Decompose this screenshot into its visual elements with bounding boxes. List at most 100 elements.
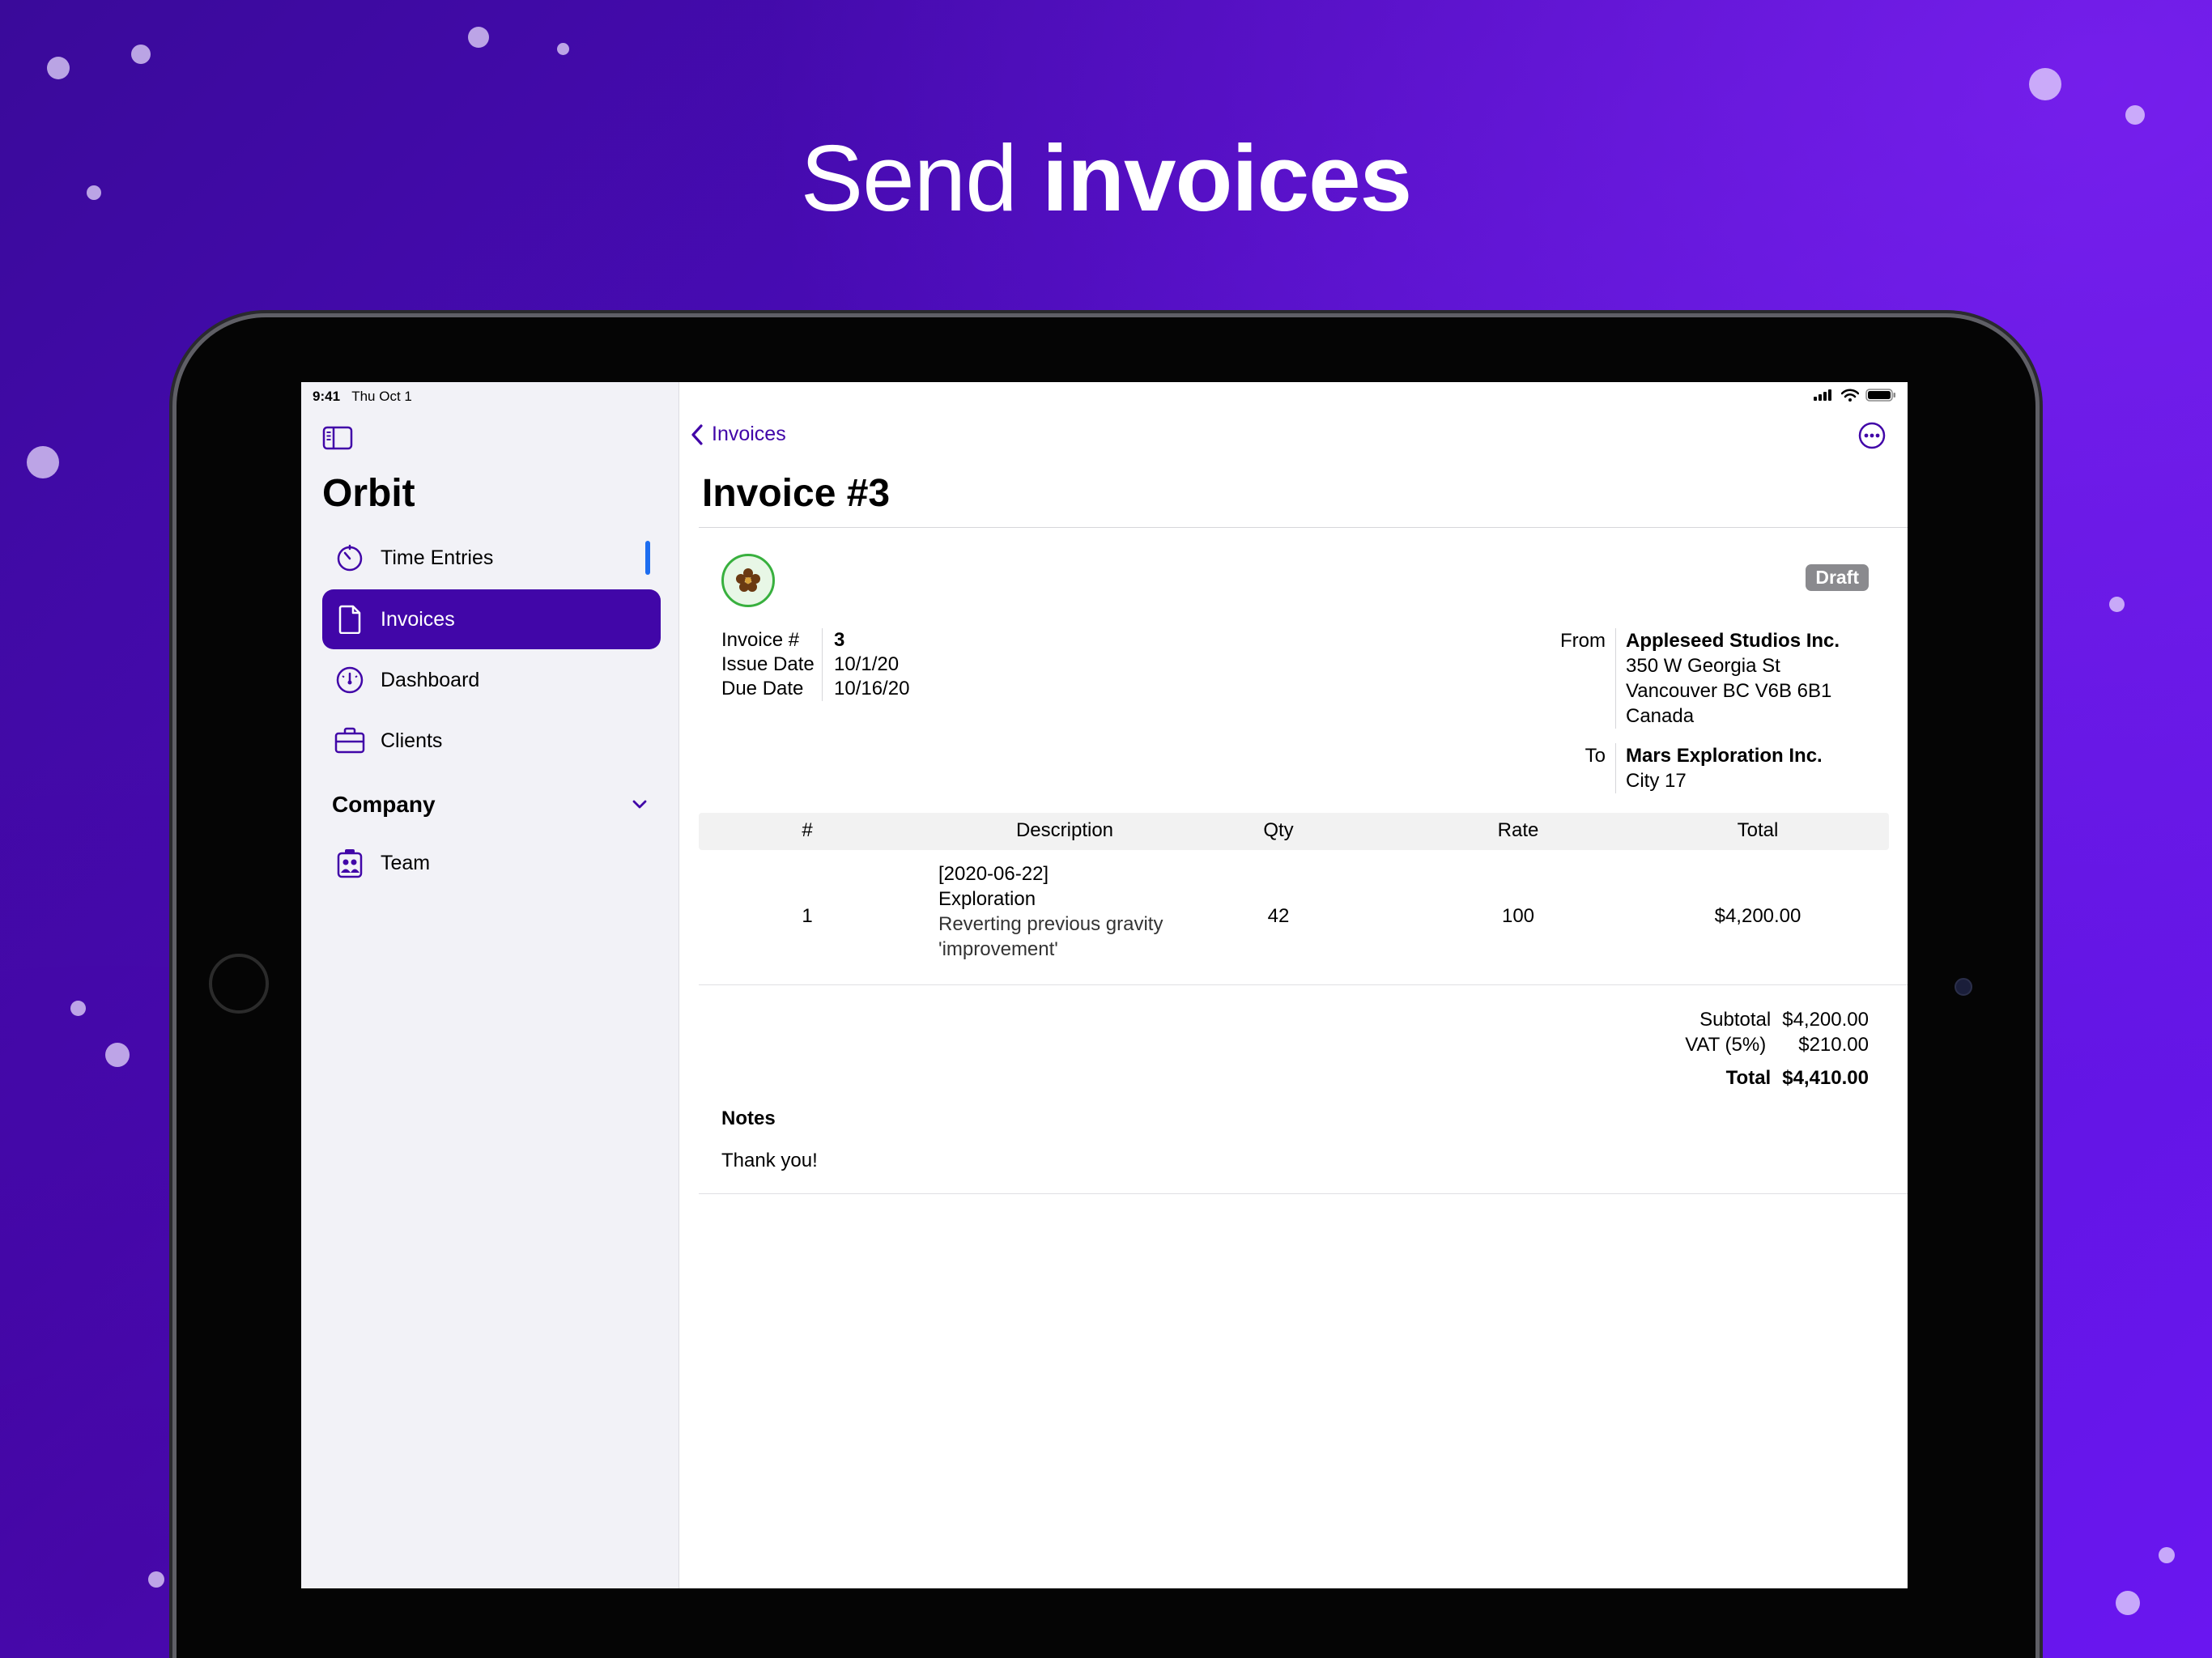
item-qty: 42	[1267, 905, 1290, 927]
document-icon	[334, 603, 366, 636]
notes-divider	[699, 1193, 1908, 1194]
sidebar-item-label: Invoices	[381, 607, 455, 631]
meta-value: 10/16/20	[834, 678, 910, 699]
decor-dot	[2116, 1591, 2140, 1615]
notes-body: Thank you!	[721, 1150, 818, 1171]
vat-label: VAT (5%)	[1685, 1034, 1767, 1056]
gauge-icon	[334, 664, 366, 696]
to-name: Mars Exploration Inc.	[1626, 745, 1823, 767]
from-label: From	[1554, 628, 1616, 729]
sidebar-item-dashboard[interactable]: Dashboard	[322, 650, 661, 710]
decor-dot	[557, 43, 569, 55]
sidebar-item-label: Dashboard	[381, 668, 480, 691]
line-items-header: # Description Qty Rate Total	[699, 813, 1889, 850]
device-screen: 9:41 Thu Oct 1 Orbit Time Entries Invoic…	[301, 382, 1908, 1588]
item-number: 1	[802, 905, 813, 927]
sidebar-item-clients[interactable]: Clients	[322, 711, 661, 771]
decor-dot	[105, 1043, 130, 1067]
item-rate: 100	[1501, 905, 1535, 927]
to-label: To	[1554, 743, 1616, 793]
meta-row: Issue Date 10/1/20	[721, 653, 909, 677]
from-line: Vancouver BC V6B 6B1	[1626, 680, 1832, 702]
subtotal-row: Subtotal $4,200.00	[1685, 1007, 1869, 1032]
headline-light: Send	[800, 125, 1018, 231]
table-row[interactable]: 1 [2020-06-22] Exploration Reverting pre…	[699, 861, 1889, 973]
back-button-label: Invoices	[712, 423, 786, 445]
briefcase-icon	[334, 725, 366, 757]
column-header: Total	[1737, 819, 1779, 841]
decor-dot	[47, 57, 70, 79]
column-header: Description	[1015, 819, 1114, 841]
status-badge: Draft	[1806, 564, 1869, 591]
item-description: [2020-06-22] Exploration Reverting previ…	[938, 861, 1163, 962]
headline-bold: invoices	[1041, 125, 1412, 231]
status-bar-time: 9:41 Thu Oct 1	[313, 389, 412, 405]
column-header: Qty	[1263, 819, 1294, 841]
vat-row: VAT (5%) $210.00	[1685, 1032, 1869, 1057]
decor-dot	[131, 45, 151, 64]
to-address: To Mars Exploration Inc. City 17	[1554, 743, 1823, 793]
chevron-down-icon	[632, 800, 647, 809]
decor-dot	[2109, 597, 2125, 612]
notes-heading: Notes	[721, 1107, 776, 1129]
wifi-icon	[1841, 389, 1859, 402]
app-title: Orbit	[322, 472, 415, 515]
meta-row: Due Date 10/16/20	[721, 677, 909, 701]
decor-dot	[2029, 68, 2061, 100]
from-address: From Appleseed Studios Inc. 350 W Georgi…	[1554, 628, 1840, 729]
timer-icon	[334, 542, 366, 574]
decor-dot	[70, 1001, 86, 1016]
item-total: $4,200.00	[1714, 905, 1802, 927]
meta-row: Invoice # 3	[721, 628, 909, 653]
sidebar: 9:41 Thu Oct 1 Orbit Time Entries Invoic…	[301, 382, 679, 1588]
cellular-signal-icon	[1814, 389, 1831, 401]
marketing-headline: Send invoices	[0, 121, 2212, 235]
sidebar-item-team[interactable]: Team	[322, 833, 661, 893]
decor-dot	[2159, 1547, 2175, 1563]
more-options-icon[interactable]	[1857, 421, 1887, 450]
home-button	[209, 954, 269, 1014]
total-label: Total	[1725, 1067, 1772, 1089]
chevron-left-icon	[691, 423, 703, 445]
decor-dot	[148, 1571, 164, 1588]
status-time: 9:41	[313, 389, 341, 404]
item-note: 'improvement'	[938, 938, 1058, 960]
total-value: $4,410.00	[1782, 1067, 1869, 1089]
decor-dot	[27, 446, 59, 478]
item-date: [2020-06-22]	[938, 863, 1049, 885]
sidebar-item-label: Clients	[381, 729, 443, 752]
meta-value: 10/1/20	[834, 653, 900, 675]
back-button[interactable]: Invoices	[691, 423, 786, 446]
section-header-company[interactable]: Company	[332, 789, 648, 821]
from-details: Appleseed Studios Inc. 350 W Georgia St …	[1616, 628, 1840, 729]
column-header: Rate	[1497, 819, 1539, 841]
front-camera	[1955, 978, 1972, 996]
from-name: Appleseed Studios Inc.	[1626, 630, 1840, 652]
sidebar-toggle-icon[interactable]	[322, 426, 353, 450]
team-icon	[334, 847, 366, 879]
page-title: Invoice #3	[702, 472, 891, 515]
company-logo	[721, 554, 775, 607]
from-line: Canada	[1626, 705, 1695, 727]
meta-key: Invoice #	[721, 628, 823, 653]
sidebar-item-label: Team	[381, 851, 431, 874]
sidebar-item-time-entries[interactable]: Time Entries	[322, 528, 661, 588]
from-line: 350 W Georgia St	[1626, 655, 1780, 677]
meta-value: 3	[834, 629, 845, 651]
title-divider	[699, 527, 1908, 528]
flower-logo-icon	[736, 568, 760, 592]
section-title: Company	[332, 792, 436, 817]
invoice-meta: Invoice # 3 Issue Date 10/1/20 Due Date …	[721, 628, 909, 701]
total-row: Total $4,410.00	[1685, 1065, 1869, 1090]
subtotal-label: Subtotal	[1699, 1009, 1772, 1031]
sidebar-item-label: Time Entries	[381, 546, 494, 569]
battery-icon	[1865, 389, 1895, 402]
item-note: Reverting previous gravity	[938, 913, 1163, 935]
status-bar-indicators	[1814, 389, 1896, 402]
row-divider	[699, 984, 1908, 985]
meta-key: Issue Date	[721, 653, 823, 677]
subtotal-value: $4,200.00	[1782, 1009, 1869, 1031]
sidebar-item-invoices[interactable]: Invoices	[322, 589, 661, 649]
column-header: #	[802, 819, 813, 841]
item-title: Exploration	[938, 888, 1036, 910]
